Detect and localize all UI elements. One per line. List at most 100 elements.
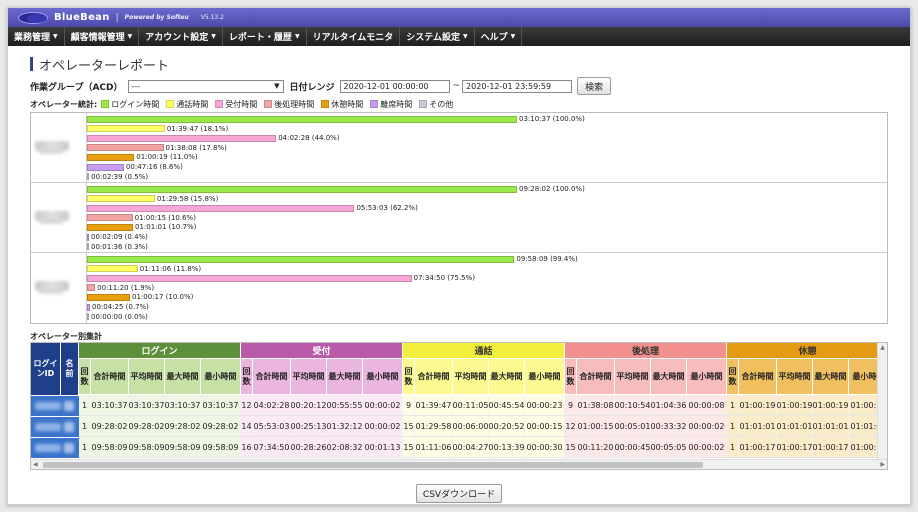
column-header: 合計時間 xyxy=(739,359,777,394)
group-header: 受付 xyxy=(241,343,403,359)
legend-label: 休憩時間 xyxy=(331,99,364,109)
table-cell: 1 xyxy=(79,395,91,415)
brand-name: BlueBean xyxy=(54,12,110,23)
table-cell: 00:25:13 xyxy=(291,416,327,436)
chart-bar-label: 01:00:15 (10.6%) xyxy=(134,213,196,222)
menu-item-4[interactable]: リアルタイムモニタ xyxy=(307,27,401,46)
table-cell: 00:00:30 xyxy=(525,437,565,457)
horizontal-scroll-thumb[interactable] xyxy=(43,462,703,468)
chart-bar-row: 05:53:03 (62.2%) xyxy=(87,204,418,212)
chart-bar xyxy=(87,214,133,222)
table-cell: 01:00:17 xyxy=(849,437,877,457)
table-cell: 01:01:01 xyxy=(813,416,849,436)
chart-bar xyxy=(87,163,124,171)
group-subheader: 回数合計時間平均時間最大時間最小時間 xyxy=(565,359,727,395)
column-header: 最小時間 xyxy=(363,359,403,394)
menu-item-0[interactable]: 業務管理 ▼ xyxy=(8,27,65,46)
menu-item-label: 顧客情報管理 xyxy=(70,33,125,43)
column-header: 最大時間 xyxy=(489,359,525,394)
frozen-columns: ログイ ンID 名前 xyxy=(31,343,79,460)
bluebean-logo-icon xyxy=(18,11,48,24)
scroll-left-icon[interactable]: ◀ xyxy=(33,460,38,469)
table-cell: 01:00:19 xyxy=(813,395,849,415)
horizontal-scrollbar[interactable]: ◀ ▶ xyxy=(31,459,887,469)
menu-item-3[interactable]: レポート・履歴 ▼ xyxy=(223,27,307,46)
table-cell: 1 xyxy=(79,416,91,436)
table-cell: 00:05:01 xyxy=(615,416,651,436)
scroll-right-icon[interactable]: ▶ xyxy=(880,460,885,469)
title-accent xyxy=(30,57,33,71)
table-cell: 00:06:00 xyxy=(453,416,489,436)
chart-bar-row: 00:01:36 (0.3%) xyxy=(87,243,148,251)
chart-bar xyxy=(87,265,138,273)
legend-swatch xyxy=(321,100,330,108)
legend-label: 後処理時間 xyxy=(274,99,315,109)
date-from-input[interactable]: 2020-12-01 00:00:00 xyxy=(339,79,450,93)
column-header: 平均時間 xyxy=(129,359,165,394)
chart-bar-row: 09:28:02 (100.0%) xyxy=(87,185,585,193)
chart-bar xyxy=(87,134,277,142)
legend-label: 受付時間 xyxy=(225,99,258,109)
chevron-down-icon: ▼ xyxy=(274,82,280,90)
login-id-header: ログイ ンID xyxy=(31,343,61,395)
table-cell: 01:00:17 xyxy=(813,437,849,457)
chart-bar-label: 01:39:47 (18.1%) xyxy=(166,124,229,133)
menu-item-1[interactable]: 顧客情報管理 ▼ xyxy=(65,27,140,46)
operator-summary-table: ログイ ンID 名前 ログイン 回数 合計時間 平均時間 最大時間 最小時間 1 03:10:3… xyxy=(30,342,888,470)
column-header: 最小時間 xyxy=(201,359,241,394)
name-header: 名前 xyxy=(61,343,79,395)
chart-bar xyxy=(87,274,412,282)
csv-download-button[interactable]: CSVダウンロード xyxy=(416,484,502,503)
menu-item-6[interactable]: ヘルプ ▼ xyxy=(475,27,523,46)
menu-item-2[interactable]: アカウント設定 ▼ xyxy=(139,27,223,46)
chart-bar-row: 00:47:16 (8.6%) xyxy=(87,163,183,171)
table-cell: 1 xyxy=(727,395,739,415)
table-cell: 01:00:17 xyxy=(739,437,777,457)
table-cell: 00:05:05 xyxy=(651,437,687,457)
page-title-text: オペレーターレポート xyxy=(39,58,170,74)
filter-bar: 作業グループ（ACD） --- ▼ 日付レンジ 2020-12-01 00:00… xyxy=(30,77,888,95)
scroll-up-icon[interactable]: ▲ xyxy=(878,343,887,353)
date-to-input[interactable]: 2020-12-01 23:59:59 xyxy=(462,79,573,93)
chart-bar-label: 00:02:09 (0.4%) xyxy=(91,233,148,241)
chart-bar-label: 00:01:36 (0.3%) xyxy=(91,242,148,251)
column-header: 平均時間 xyxy=(291,359,327,394)
legend-swatch xyxy=(264,100,273,108)
menu-item-label: アカウント設定 xyxy=(145,33,209,43)
table-cell: 1 xyxy=(727,416,739,436)
column-header: 合計時間 xyxy=(577,359,615,394)
table-cell: 01:01:01 xyxy=(849,416,877,436)
chart-bar xyxy=(87,195,155,203)
table-cell: 01:00:19 xyxy=(739,395,777,415)
table-group-3: 後処理 回数 合計時間 平均時間 最大時間 最小時間 9 01:38:08 00:10:54 01… xyxy=(565,343,727,460)
table-cell: 00:11:20 xyxy=(577,437,615,457)
table-row: 101:01:0101:01:0101:01:0101:01:01 xyxy=(727,416,877,437)
operator-block: 09:58:09 (99.4%) 01:11:06 (11.8%) 07:34:50… xyxy=(31,253,887,323)
search-button[interactable]: 検索 xyxy=(577,77,612,95)
table-row: 1 03:10:37 03:10:37 03:10:37 03:10:37 xyxy=(79,395,241,416)
vertical-scrollbar[interactable]: ▲ xyxy=(877,343,887,460)
caret-down-icon: ▼ xyxy=(53,33,58,40)
table-cell: 00:11:05 xyxy=(453,395,489,415)
table-row: 14 05:53:03 00:25:13 01:32:12 00:00:02 xyxy=(241,416,403,437)
table-cell: 01:01:01 xyxy=(777,416,813,436)
legend-item: 離席時間 xyxy=(370,99,412,110)
chart-bar-row: 00:04:25 (0.7%) xyxy=(87,303,149,311)
legend-label: ログイン時間 xyxy=(111,99,160,109)
table-row: 101:00:1901:00:1901:00:1901:00:19 xyxy=(727,395,877,416)
column-header: 回数 xyxy=(565,359,577,394)
table-cell: 00:01:13 xyxy=(363,437,403,457)
legend-item: その他 xyxy=(419,99,453,110)
legend-swatch xyxy=(166,100,175,108)
menu-item-label: レポート・履歴 xyxy=(228,33,292,43)
table-cell: 00:00:02 xyxy=(687,416,727,436)
menu-item-5[interactable]: システム設定 ▼ xyxy=(400,27,475,46)
main-content: オペレーターレポート 作業グループ（ACD） --- ▼ 日付レンジ 2020-… xyxy=(8,56,910,503)
chart-bar-row: 03:10:37 (100.0%) xyxy=(87,115,585,123)
brand-separator: | xyxy=(115,12,119,23)
table-row: 9 01:39:47 00:11:05 00:45:54 00:00:23 xyxy=(403,395,565,416)
chart-bar xyxy=(87,233,89,241)
chart-bar-label: 01:01:01 (10.7%) xyxy=(135,223,197,232)
work-group-select[interactable]: --- ▼ xyxy=(127,79,284,93)
chart-bar-row: 01:00:15 (10.6%) xyxy=(87,214,196,222)
